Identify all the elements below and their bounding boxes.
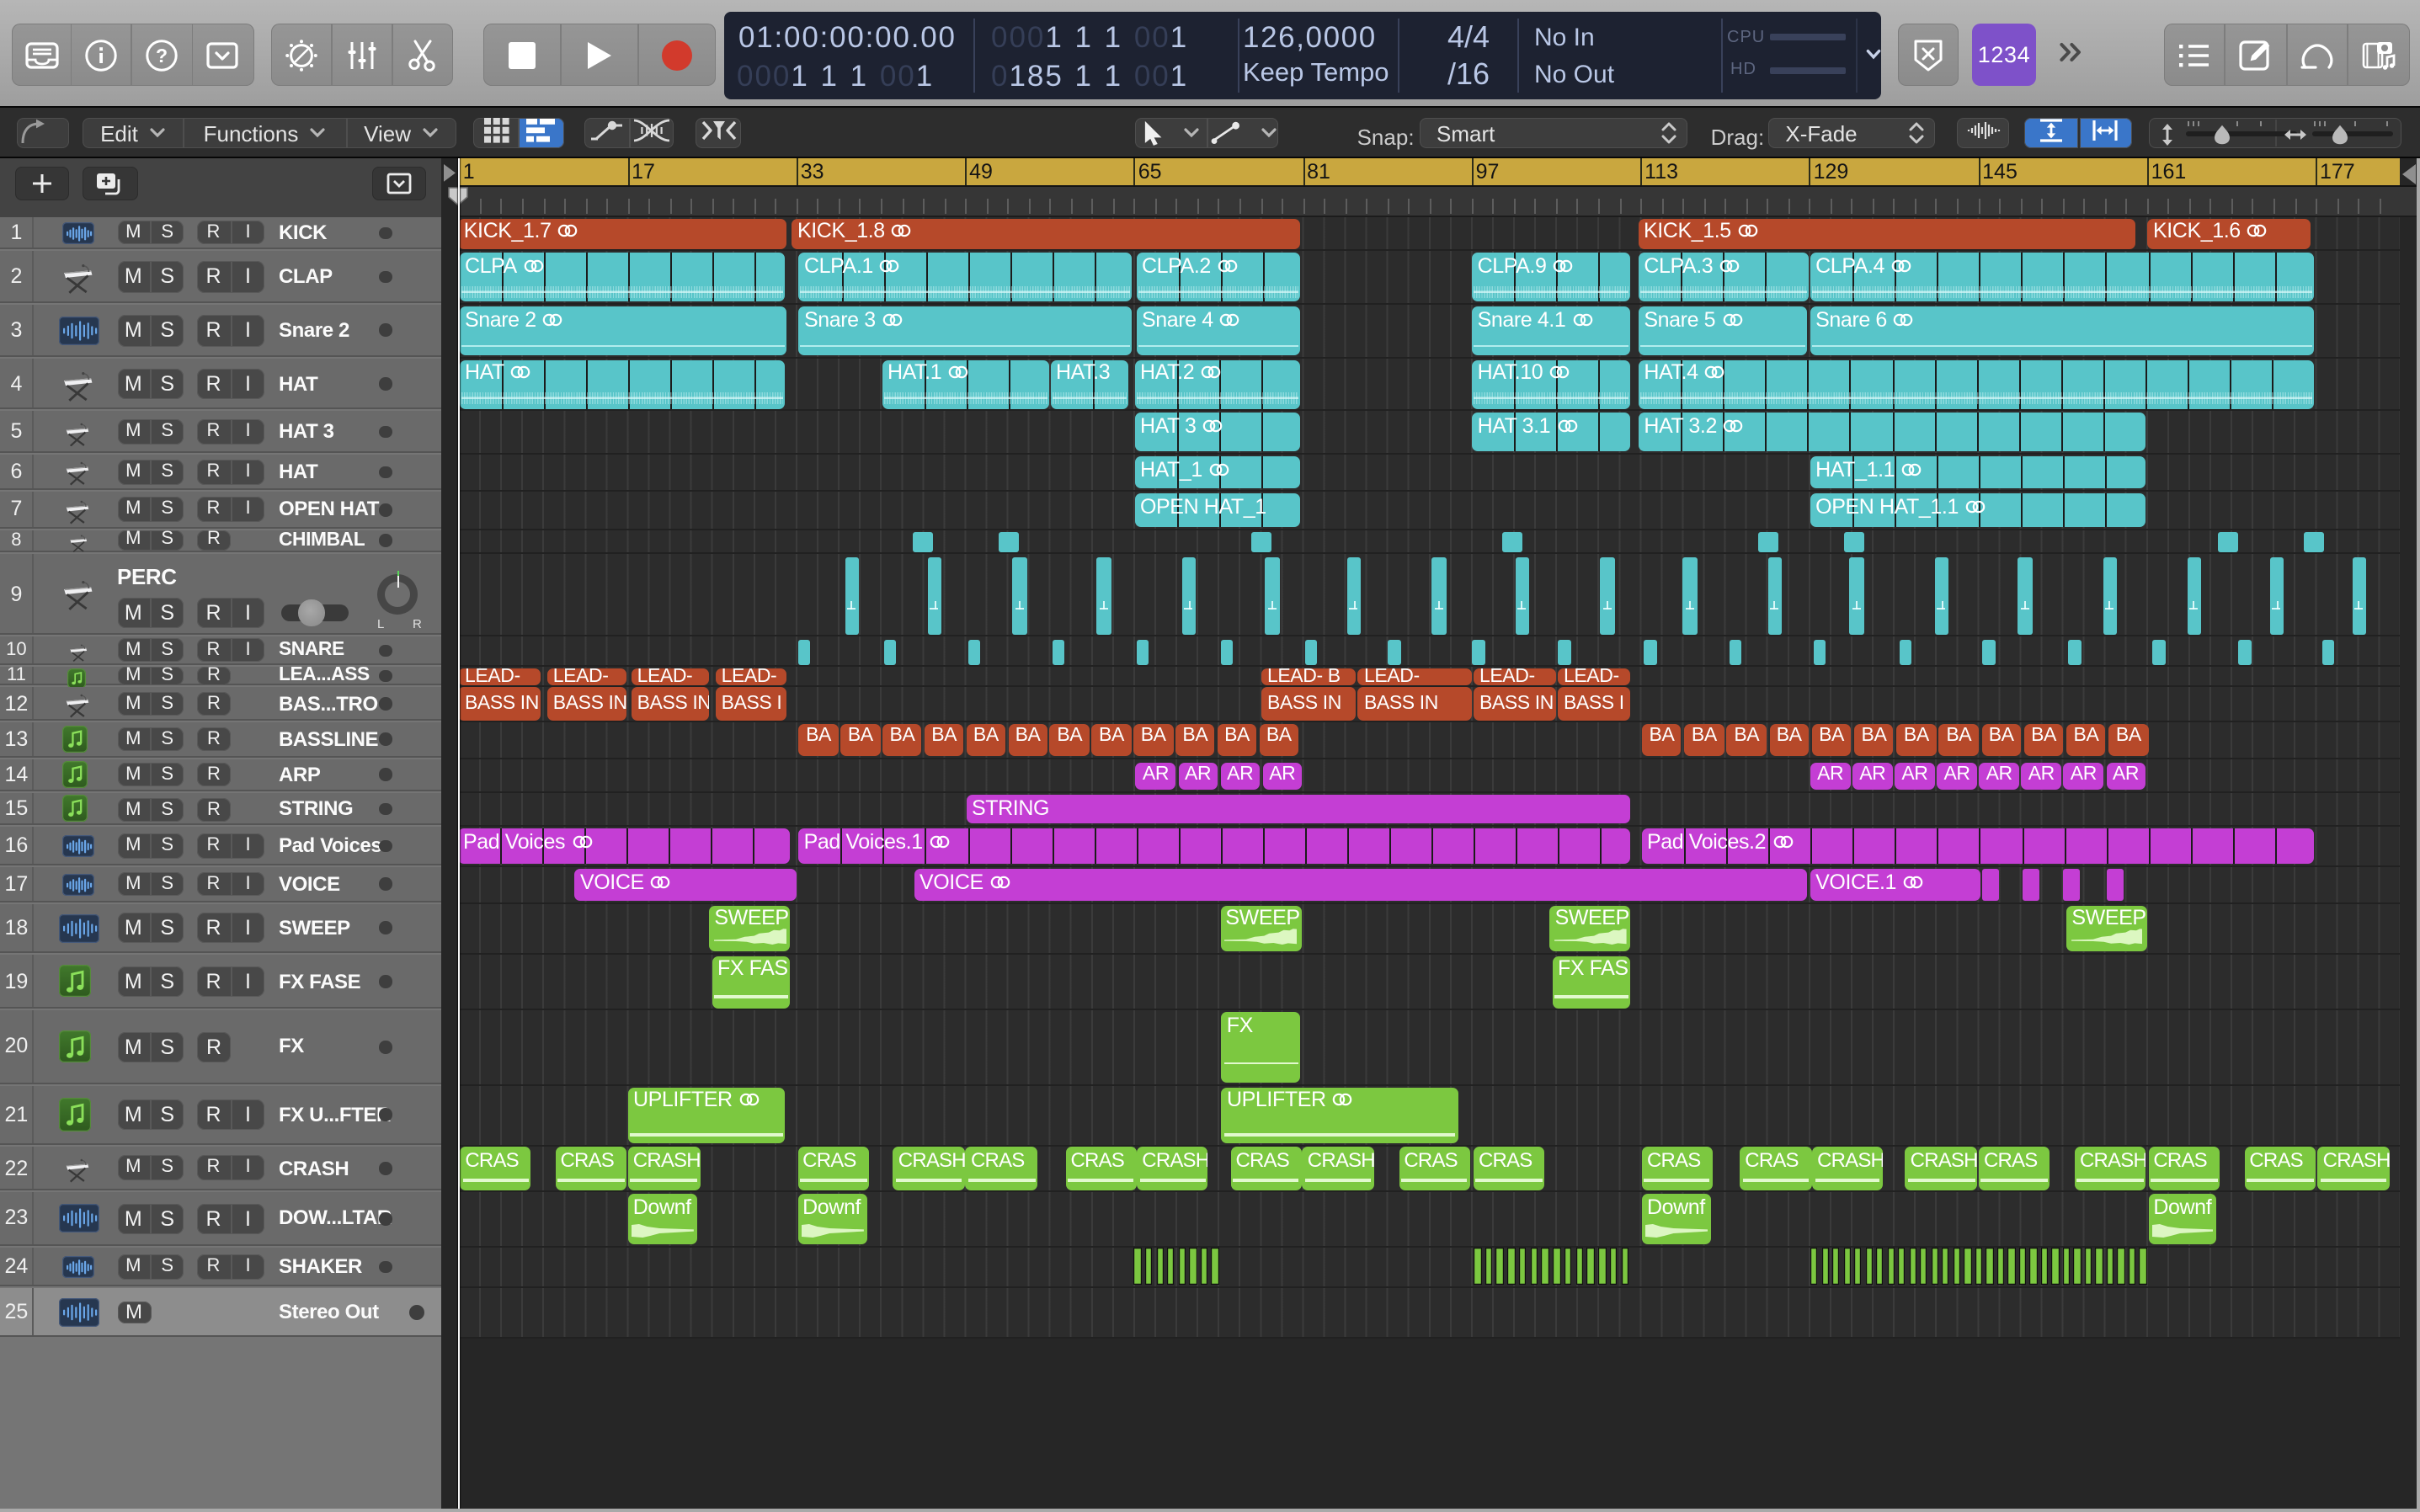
- svg-text:?: ?: [157, 44, 168, 66]
